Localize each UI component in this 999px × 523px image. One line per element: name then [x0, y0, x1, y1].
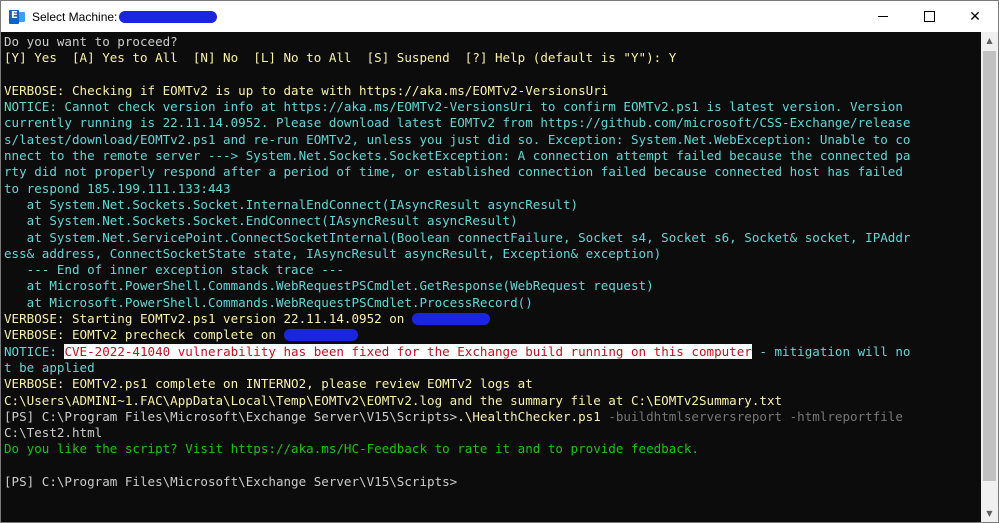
minimize-button[interactable] [860, 1, 906, 32]
window-title: Select Machine: [32, 9, 118, 24]
notice-prefix: NOTICE: [4, 343, 65, 359]
highlighted-selection: CVE-2022-41040 vulnerability has been fi… [64, 343, 752, 359]
console-line: [PS] C:\Program Files\Microsoft\Exchange… [4, 474, 458, 490]
window-controls: ✕ [860, 1, 998, 32]
exchange-app-icon [9, 9, 25, 25]
console-line: t be applied [4, 359, 95, 375]
console-line: NOTICE: Cannot check version info at htt… [4, 99, 903, 115]
console-line: [PS] C:\Program Files\Microsoft\Exchange… [4, 409, 981, 425]
console-line: ess& address, ConnectSocketState state, … [4, 245, 662, 261]
console-line: nnect to the remote server ---> System.N… [4, 148, 911, 164]
console-line: VERBOSE: Checking if EOMTv2 is up to dat… [4, 82, 609, 98]
verbose-start-text: VERBOSE: Starting EOMTv2.ps1 version 22.… [4, 311, 412, 327]
vertical-scrollbar[interactable]: ▲ ▼ [981, 32, 998, 522]
console-line: Do you like the script? Visit https://ak… [4, 441, 699, 457]
console-line: C:\Test2.html [4, 425, 103, 441]
redacted-server-name [283, 329, 358, 342]
scroll-down-arrow-icon[interactable]: ▼ [981, 505, 998, 522]
redacted-server-name [411, 313, 490, 326]
console-window: Select Machine: ✕ Do you want to proceed… [0, 0, 999, 523]
console-line: at System.Net.Sockets.Socket.InternalEnd… [4, 196, 579, 212]
console-line: to respond 185.199.111.133:443 [4, 180, 231, 196]
prompt: [PS] C:\Program Files\Microsoft\Exchange… [4, 408, 458, 424]
scrollbar-thumb[interactable] [983, 51, 996, 481]
console-line: [Y] Yes [A] Yes to All [N] No [L] No to … [4, 50, 677, 66]
console-line: at System.Net.ServicePoint.ConnectSocket… [4, 229, 911, 245]
console-line: C:\Users\ADMINI~1.FAC\AppData\Local\Temp… [4, 392, 783, 408]
scroll-up-arrow-icon[interactable]: ▲ [981, 32, 998, 49]
notice-suffix: - mitigation will no [751, 343, 911, 359]
command-args: -buildhtmlserversreport -htmlreportfile [600, 408, 903, 424]
verbose-precheck-text: VERBOSE: EOMTv2 precheck complete on [4, 327, 284, 343]
console-line: s/latest/download/EOMTv2.ps1 and re-run … [4, 131, 911, 147]
console-line: VERBOSE: EOMTv2.ps1 complete on INTERNO2… [4, 376, 533, 392]
redacted-machine-name [119, 10, 218, 23]
close-button[interactable]: ✕ [952, 1, 998, 32]
title-bar[interactable]: Select Machine: ✕ [1, 1, 998, 32]
console-output[interactable]: Do you want to proceed? [Y] Yes [A] Yes … [1, 32, 981, 522]
console-line: NOTICE: CVE-2022-41040 vulnerability has… [4, 343, 981, 360]
console-line: at Microsoft.PowerShell.Commands.WebRequ… [4, 294, 533, 310]
maximize-button[interactable] [906, 1, 952, 32]
console-line: VERBOSE: EOMTv2 precheck complete on [4, 327, 981, 343]
console-line: at System.Net.Sockets.Socket.EndConnect(… [4, 213, 518, 229]
command-text: .\HealthChecker.ps1 [457, 408, 601, 424]
console-line: currently running is 22.11.14.0952. Plea… [4, 115, 911, 131]
console-line: VERBOSE: Starting EOMTv2.ps1 version 22.… [4, 311, 981, 327]
console-line: --- End of inner exception stack trace -… [4, 262, 344, 278]
console-line: at Microsoft.PowerShell.Commands.WebRequ… [4, 278, 654, 294]
console-line: rty did not properly respond after a per… [4, 164, 903, 180]
console-line: Do you want to proceed? [4, 34, 178, 49]
